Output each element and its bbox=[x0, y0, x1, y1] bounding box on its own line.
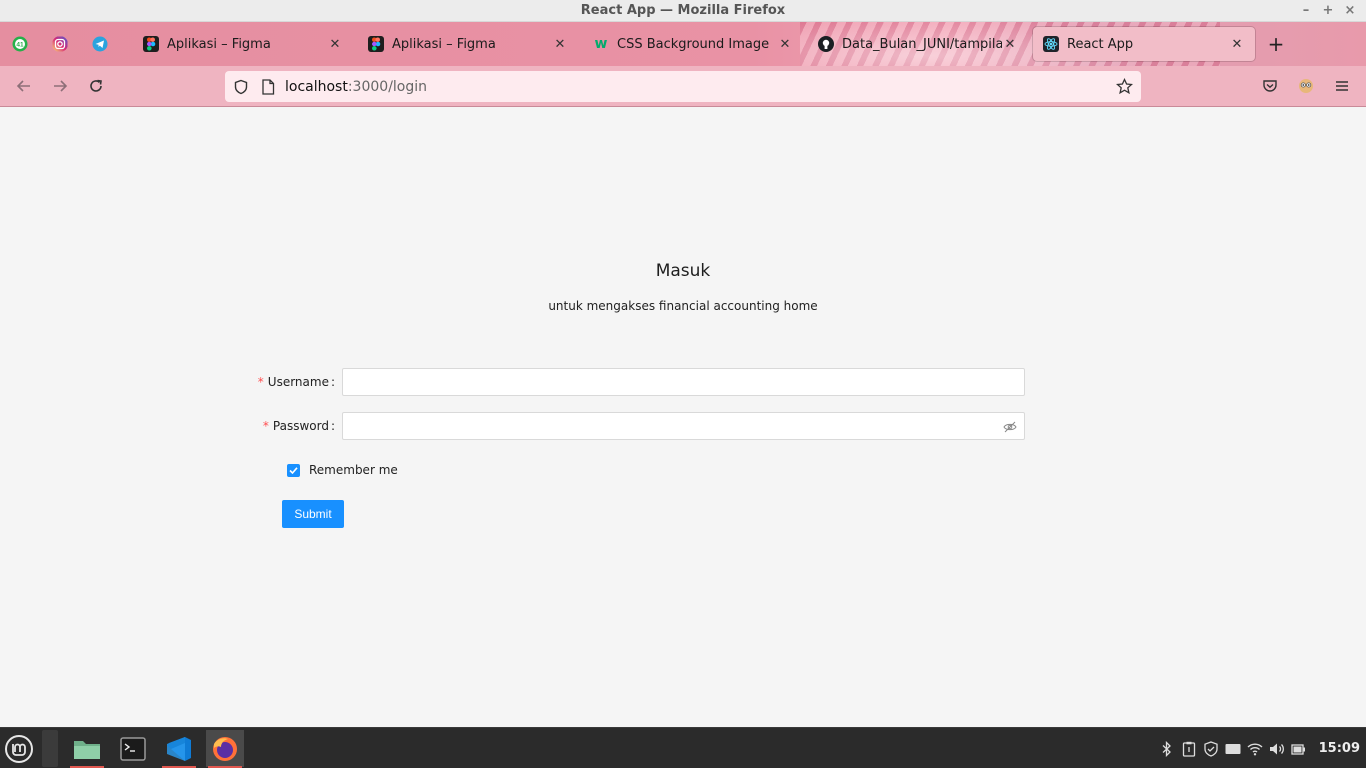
address-bar[interactable]: localhost:3000/login bbox=[225, 71, 1141, 102]
eye-invisible-icon[interactable] bbox=[1003, 420, 1017, 434]
tab-label: Aplikasi – Figma bbox=[392, 36, 496, 52]
username-label-text: Username bbox=[267, 375, 329, 389]
firefox-icon bbox=[213, 736, 237, 761]
tab-bar: 41 Aplikasi – Figma ✕ Aplikasi – Figma ✕… bbox=[0, 22, 1366, 106]
reload-icon bbox=[90, 79, 102, 92]
window-title: React App — Mozilla Firefox bbox=[580, 3, 786, 18]
hamburger-menu-icon bbox=[1336, 81, 1348, 91]
start-menu-button[interactable] bbox=[0, 730, 38, 767]
login-subtitle: untuk mengakses financial accounting hom… bbox=[548, 299, 818, 313]
checkmark-icon bbox=[289, 466, 298, 474]
tab-figma-2[interactable]: Aplikasi – Figma ✕ bbox=[358, 22, 578, 66]
taskbar-vscode[interactable] bbox=[160, 730, 198, 768]
react-icon bbox=[1043, 36, 1059, 52]
password-label-text: Password bbox=[272, 419, 329, 433]
new-tab-button[interactable]: + bbox=[1264, 22, 1288, 66]
extension-button[interactable] bbox=[1294, 74, 1318, 98]
taskbar-files[interactable] bbox=[68, 730, 106, 768]
tab-label: Aplikasi – Figma bbox=[167, 36, 271, 52]
taskbar-firefox[interactable] bbox=[206, 730, 244, 768]
url-path: :3000/login bbox=[347, 78, 428, 95]
pinned-tab-instagram[interactable] bbox=[40, 22, 80, 66]
taskbar: 15:09 bbox=[0, 727, 1366, 768]
page-content: Masuk untuk mengakses financial accounti… bbox=[0, 107, 1366, 727]
reload-button[interactable] bbox=[84, 74, 108, 98]
folder-icon bbox=[74, 740, 100, 759]
pocket-icon bbox=[1263, 80, 1277, 92]
clipboard-icon[interactable] bbox=[1181, 741, 1197, 757]
tab-label: Data_Bulan_JUNI/tampilan bbox=[842, 36, 1002, 52]
remember-checkbox[interactable] bbox=[287, 463, 300, 477]
app-menu-button[interactable] bbox=[1330, 74, 1354, 98]
taskbar-terminal[interactable] bbox=[114, 730, 152, 767]
pocket-button[interactable] bbox=[1258, 74, 1282, 98]
label-colon: : bbox=[330, 375, 335, 389]
figma-icon bbox=[368, 36, 384, 52]
close-tab-icon[interactable]: ✕ bbox=[327, 37, 343, 52]
login-title: Masuk bbox=[655, 261, 711, 281]
url-text[interactable]: localhost:3000/login bbox=[285, 79, 427, 95]
pinned-tab-whatsapp[interactable]: 41 bbox=[0, 22, 40, 66]
password-input[interactable] bbox=[342, 412, 1025, 440]
forward-button[interactable] bbox=[48, 74, 72, 98]
tab-github-data-bulan[interactable]: Data_Bulan_JUNI/tampilan ✕ bbox=[808, 22, 1028, 66]
tab-css-background-image[interactable]: w CSS Background Image ✕ bbox=[583, 22, 803, 66]
show-desktop-button[interactable] bbox=[42, 730, 58, 767]
remember-me[interactable]: Remember me bbox=[287, 463, 398, 477]
w3schools-icon: w bbox=[594, 36, 608, 52]
whatsapp-icon: 41 bbox=[12, 36, 28, 52]
username-input[interactable] bbox=[342, 368, 1025, 396]
system-tray: 15:09 bbox=[1159, 728, 1366, 768]
keyboard-icon[interactable] bbox=[1225, 741, 1241, 757]
extension-icon bbox=[1299, 79, 1313, 93]
wifi-icon[interactable] bbox=[1247, 741, 1263, 757]
close-window-button[interactable]: × bbox=[1342, 3, 1358, 19]
volume-icon[interactable] bbox=[1269, 741, 1285, 757]
figma-icon bbox=[143, 36, 159, 52]
remember-label: Remember me bbox=[309, 463, 398, 477]
tab-label: CSS Background Image bbox=[617, 36, 770, 52]
back-button[interactable] bbox=[12, 74, 36, 98]
label-colon: : bbox=[330, 419, 335, 433]
terminal-icon bbox=[120, 736, 146, 761]
battery-icon[interactable] bbox=[1290, 741, 1307, 757]
linux-mint-menu-icon bbox=[5, 734, 33, 763]
submit-button[interactable]: Submit bbox=[282, 500, 344, 528]
update-shield-icon[interactable] bbox=[1203, 740, 1219, 757]
shield-icon[interactable] bbox=[233, 79, 249, 95]
pinned-tab-telegram[interactable] bbox=[80, 22, 120, 66]
github-icon bbox=[818, 36, 834, 52]
instagram-icon bbox=[52, 36, 68, 52]
window-controls: – + × bbox=[1298, 0, 1358, 22]
vscode-icon bbox=[167, 736, 191, 761]
close-tab-icon[interactable]: ✕ bbox=[1229, 37, 1245, 52]
page-icon[interactable] bbox=[261, 78, 275, 95]
minimize-button[interactable]: – bbox=[1298, 3, 1314, 19]
close-tab-icon[interactable]: ✕ bbox=[552, 37, 568, 52]
tab-react-app[interactable]: React App ✕ bbox=[1033, 27, 1255, 61]
close-tab-icon[interactable]: ✕ bbox=[1002, 37, 1018, 52]
window-titlebar: React App — Mozilla Firefox – + × bbox=[0, 0, 1366, 22]
bluetooth-icon[interactable] bbox=[1159, 740, 1175, 757]
telegram-icon bbox=[92, 36, 108, 52]
username-label: * Username: bbox=[250, 375, 335, 389]
forward-arrow-icon bbox=[54, 80, 68, 92]
back-arrow-icon bbox=[16, 80, 30, 92]
password-label: * Password: bbox=[250, 419, 335, 433]
whatsapp-badge: 41 bbox=[16, 42, 24, 49]
bookmark-star-icon[interactable] bbox=[1116, 78, 1133, 95]
maximize-button[interactable]: + bbox=[1320, 3, 1336, 19]
tab-label: React App bbox=[1067, 36, 1134, 52]
close-tab-icon[interactable]: ✕ bbox=[777, 37, 793, 52]
tab-figma-1[interactable]: Aplikasi – Figma ✕ bbox=[133, 22, 353, 66]
url-host: localhost bbox=[285, 78, 348, 95]
required-mark: * bbox=[257, 375, 264, 389]
navigation-toolbar: localhost:3000/login bbox=[0, 66, 1366, 107]
required-mark: * bbox=[262, 419, 269, 433]
clock[interactable]: 15:09 bbox=[1319, 741, 1360, 756]
